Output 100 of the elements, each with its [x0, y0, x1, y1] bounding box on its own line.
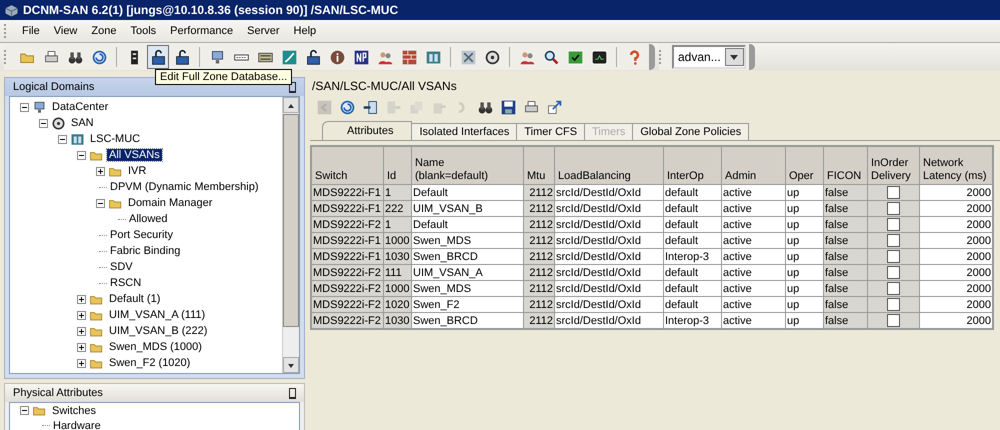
table-cell: default — [664, 232, 722, 248]
menu-item[interactable]: Server — [240, 25, 287, 37]
table-cell: false — [824, 232, 868, 248]
table-cell: MDS9222i-F2 — [312, 264, 384, 280]
tree-item[interactable]: IVR — [126, 165, 148, 177]
table-cell: active — [722, 312, 786, 328]
table-cell: Swen_F2 — [412, 296, 524, 312]
table-cell: active — [722, 264, 786, 280]
tree-item[interactable]: RSCN — [108, 277, 144, 289]
table-cell: active — [722, 184, 786, 200]
table-cell: Swen_MDS — [412, 232, 524, 248]
table-cell: up — [786, 248, 824, 264]
table-cell: up — [786, 184, 824, 200]
tab[interactable]: Attributes — [322, 121, 412, 140]
table-cell: 1 — [384, 184, 412, 200]
tree-item[interactable]: SDV — [108, 261, 135, 273]
menu-item[interactable]: File — [15, 25, 47, 37]
table-cell: false — [824, 280, 868, 296]
table-cell: false — [824, 312, 868, 328]
table-cell: srcId/DestId/OxId — [554, 280, 664, 296]
tree-item[interactable]: All VSANs — [107, 149, 162, 161]
column-header[interactable]: Name (blank=default) — [412, 146, 524, 184]
column-header[interactable]: LoadBalancing — [554, 146, 664, 184]
table-cell: 2000 — [920, 296, 992, 312]
table-cell: 2112 — [524, 200, 554, 216]
column-header[interactable]: Oper — [786, 146, 824, 184]
tooltip: Edit Full Zone Database... — [155, 69, 292, 85]
tree-item[interactable]: Hardware — [51, 420, 103, 430]
table-cell: false — [824, 200, 868, 216]
tab[interactable]: Global Zone Policies — [632, 123, 750, 140]
tab[interactable]: Timer CFS — [516, 123, 586, 140]
tree-item[interactable]: Swen_F2 (1020) — [107, 357, 192, 369]
table-cell: srcId/DestId/OxId — [554, 264, 664, 280]
table-cell: false — [824, 216, 868, 232]
table-cell: false — [824, 296, 868, 312]
tree-item[interactable]: Domain Manager — [126, 197, 214, 209]
column-header[interactable]: Admin — [722, 146, 786, 184]
table-cell: Swen_BRCD — [412, 248, 524, 264]
tree-item[interactable]: Default (1) — [107, 293, 162, 305]
tree-item[interactable]: Allowed — [127, 213, 170, 225]
table-cell: srcId/DestId/OxId — [554, 216, 664, 232]
tree-item[interactable]: DataCenter — [50, 101, 110, 113]
menu-item[interactable]: Tools — [123, 25, 164, 37]
panel-title: Physical Attributes — [13, 387, 103, 399]
table-cell: 2000 — [920, 280, 992, 296]
tab[interactable]: Isolated Interfaces — [411, 123, 518, 140]
column-header[interactable]: FICON — [824, 146, 868, 184]
tree-item[interactable]: DPVM (Dynamic Membership) — [108, 181, 261, 193]
table-cell: srcId/DestId/OxId — [554, 232, 664, 248]
table-cell: 2000 — [920, 200, 992, 216]
column-header[interactable]: InterOp — [664, 146, 722, 184]
table-cell: UIM_VSAN_B — [412, 200, 524, 216]
table-cell: active — [722, 216, 786, 232]
table-cell: MDS9222i-F1 — [312, 200, 384, 216]
table-cell: default — [664, 216, 722, 232]
tree-item[interactable]: Switches — [50, 404, 98, 416]
table-cell: 2112 — [524, 296, 554, 312]
table-cell: false — [824, 184, 868, 200]
tree-item[interactable]: Port Security — [108, 229, 175, 241]
table-cell: srcId/DestId/OxId — [554, 296, 664, 312]
table-cell: up — [786, 232, 824, 248]
tree-item[interactable]: Fabric Binding — [108, 245, 182, 257]
table-cell: 1020 — [384, 296, 412, 312]
column-header[interactable]: Id — [384, 146, 412, 184]
menu-item[interactable]: Performance — [163, 25, 240, 37]
table-cell: 2000 — [920, 312, 992, 328]
tree-item[interactable]: SAN — [69, 117, 96, 129]
table-cell: 2000 — [920, 248, 992, 264]
breadcrumb-path: /SAN/LSC-MUC/All VSANs — [311, 78, 458, 95]
table-cell: 2112 — [524, 312, 554, 328]
column-header[interactable]: Mtu — [524, 146, 554, 184]
tree-item[interactable]: UIM_VSAN_A (111) — [107, 309, 208, 321]
column-header[interactable]: InOrder Delivery — [868, 146, 920, 184]
table-cell: UIM_VSAN_A — [412, 264, 524, 280]
menu-item[interactable]: Zone — [84, 25, 124, 37]
table-cell: default — [664, 296, 722, 312]
tree-item[interactable]: Swen_MDS (1000) — [107, 341, 204, 353]
table-cell: 2000 — [920, 264, 992, 280]
view-dropdown[interactable]: advan... — [672, 45, 746, 69]
table-cell: 2112 — [524, 216, 554, 232]
table-cell: active — [722, 280, 786, 296]
column-header[interactable]: Switch — [312, 146, 384, 184]
column-header[interactable]: Network Latency (ms) — [920, 146, 992, 184]
table-cell: Swen_MDS — [412, 280, 524, 296]
tree-item[interactable]: LSC-MUC — [88, 133, 142, 145]
table-cell: MDS9222i-F2 — [312, 216, 384, 232]
table-cell: MDS9222i-F2 — [312, 296, 384, 312]
menu-item[interactable]: Help — [286, 25, 324, 37]
table-cell: 2000 — [920, 232, 992, 248]
table-cell: MDS9222i-F2 — [312, 312, 384, 328]
table-cell: default — [664, 264, 722, 280]
table-cell: MDS9222i-F2 — [312, 280, 384, 296]
table-cell: Interop-3 — [664, 312, 722, 328]
table-cell: up — [786, 216, 824, 232]
table-cell: 2112 — [524, 280, 554, 296]
table-cell: MDS9222i-F1 — [312, 248, 384, 264]
table-cell: 1030 — [384, 248, 412, 264]
tree-item[interactable]: UIM_VSAN_B (222) — [107, 325, 210, 337]
table-cell: Swen_BRCD — [412, 312, 524, 328]
menu-item[interactable]: View — [46, 25, 84, 37]
